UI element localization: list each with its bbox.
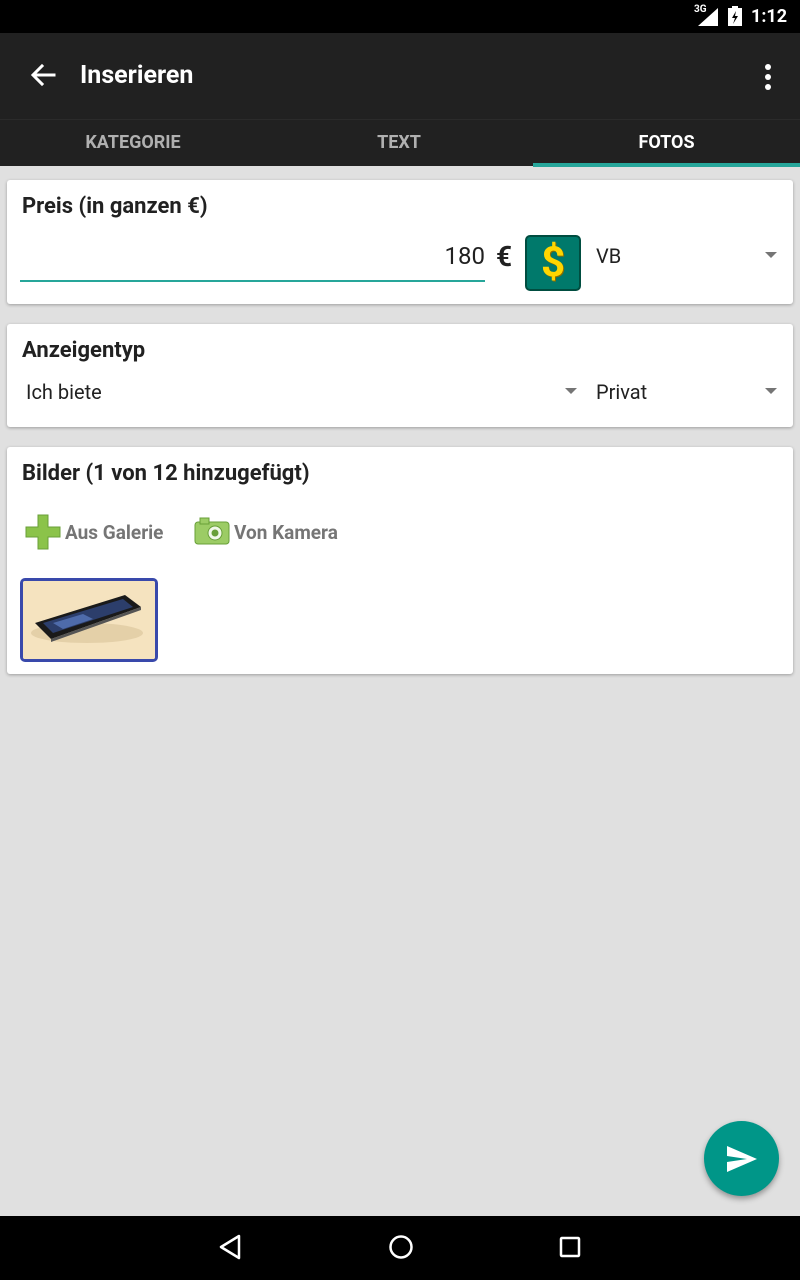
price-title: Preis (in ganzen €) [22,194,208,219]
plus-icon [25,514,61,550]
tab-text[interactable]: TEXT [266,120,532,167]
tab-label: FOTOS [638,132,695,153]
seller-type-value: Privat [596,380,648,404]
navigation-bar [0,1216,800,1280]
currency-symbol: € [496,240,513,273]
tab-kategorie[interactable]: KATEGORIE [0,120,266,167]
price-type-value: VB [596,244,622,268]
price-type-button[interactable]: $ [525,235,581,291]
tab-fotos[interactable]: FOTOS [533,120,800,167]
back-nav-icon[interactable] [218,1234,242,1260]
gallery-label: Aus Galerie [65,521,164,544]
images-card: Bilder (1 von 12 hinzugefügt) Aus Galeri… [7,447,793,674]
phone-photo [23,581,155,659]
dropdown-caret-icon [765,252,777,258]
back-arrow-icon[interactable] [30,62,56,88]
more-options-icon[interactable] [760,63,776,91]
active-tab-indicator [533,163,800,167]
send-icon [727,1146,757,1172]
dollar-icon: $ [540,238,566,287]
battery-icon [728,6,742,26]
camera-icon [194,517,230,545]
tab-bar: KATEGORIE TEXT FOTOS [0,119,800,167]
image-thumbnail[interactable] [20,578,158,662]
status-bar: 3G 1:12 [0,0,800,33]
dropdown-caret-icon [565,388,577,394]
ad-type-title: Anzeigentyp [22,338,146,363]
page-title: Inserieren [80,61,194,90]
price-value: 180 [444,242,485,270]
send-button[interactable] [704,1121,779,1196]
price-card: Preis (in ganzen €) 180 € $ VB [7,180,793,304]
recents-nav-icon[interactable] [559,1236,581,1258]
price-input[interactable]: 180 [20,232,485,282]
ad-type-card: Anzeigentyp Ich biete Privat [7,324,793,427]
offer-type-value: Ich biete [26,380,102,404]
home-nav-icon[interactable] [388,1234,414,1260]
app-bar: Inserieren [0,33,800,119]
dropdown-caret-icon [765,388,777,394]
images-title: Bilder (1 von 12 hinzugefügt) [22,461,310,486]
tab-label: KATEGORIE [85,132,181,153]
signal-icon [698,8,718,26]
tab-label: TEXT [377,132,421,153]
camera-label: Von Kamera [234,521,338,544]
clock: 1:12 [751,6,788,27]
